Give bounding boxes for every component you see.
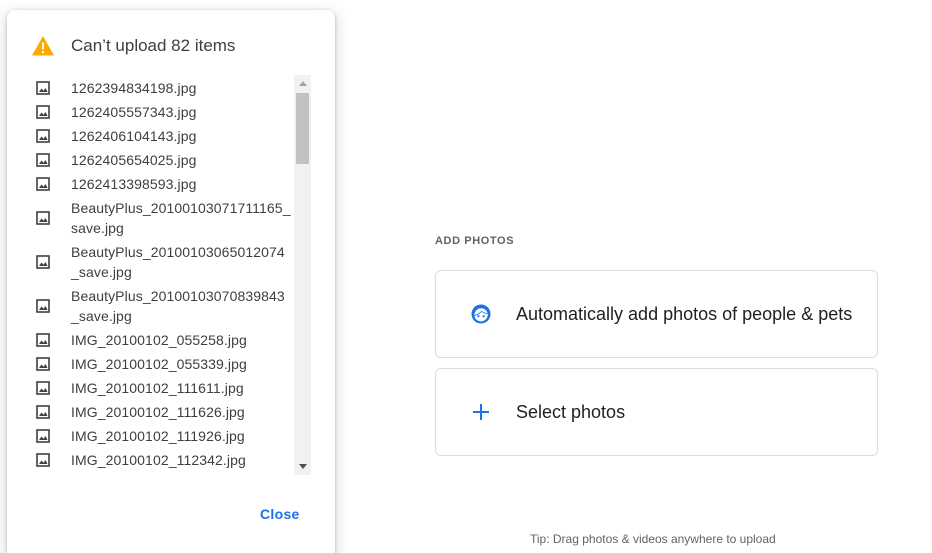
image-icon — [36, 211, 50, 225]
image-icon — [36, 429, 50, 443]
file-name: IMG_20100102_055258.jpg — [71, 332, 247, 348]
image-icon — [36, 453, 50, 467]
list-item: IMG_20100102_055258.jpg — [23, 328, 311, 352]
image-icon — [36, 405, 50, 419]
scroll-down-arrow-icon[interactable] — [294, 458, 311, 475]
list-item: BeautyPlus_20100103071711165_save.jpg — [23, 196, 311, 240]
image-icon — [36, 153, 50, 167]
scroll-up-arrow-icon[interactable] — [294, 75, 311, 92]
face-icon — [469, 302, 493, 326]
file-name: 1262405654025.jpg — [71, 152, 197, 168]
list-item: 1262394834198.jpg — [23, 76, 311, 100]
upload-error-dialog: Can’t upload 82 items 1262394834198.jpg … — [7, 10, 335, 553]
list-item: IMG_20100102_111926.jpg — [23, 424, 311, 448]
image-icon — [36, 381, 50, 395]
select-photos-button[interactable]: Select photos — [435, 368, 878, 456]
failed-file-list[interactable]: 1262394834198.jpg 1262405557343.jpg 1262… — [23, 76, 311, 474]
file-name: BeautyPlus_20100103070839843_save.jpg — [71, 288, 285, 324]
dialog-title: Can’t upload 82 items — [71, 36, 236, 55]
scroll-thumb[interactable] — [296, 93, 309, 164]
list-item: IMG_20100102_112342.jpg — [23, 448, 311, 472]
image-icon — [36, 299, 50, 313]
file-name: BeautyPlus_20100103065012074_save.jpg — [71, 244, 285, 280]
list-item: IMG_20100102_055339.jpg — [23, 352, 311, 376]
file-name: 1262413398593.jpg — [71, 176, 197, 192]
warning-icon — [31, 35, 55, 57]
upload-tip: Tip: Drag photos & videos anywhere to up… — [530, 532, 776, 546]
image-icon — [36, 105, 50, 119]
image-icon — [36, 129, 50, 143]
file-name: BeautyPlus_20100103071711165_save.jpg — [71, 200, 291, 236]
image-icon — [36, 357, 50, 371]
select-photos-label: Select photos — [516, 401, 626, 422]
file-name: IMG_20100102_111926.jpg — [71, 428, 245, 444]
plus-icon — [469, 400, 493, 424]
list-item: 1262405557343.jpg — [23, 100, 311, 124]
auto-add-label: Automatically add photos of people & pet… — [516, 303, 853, 324]
image-icon — [36, 255, 50, 269]
image-icon — [36, 333, 50, 347]
list-item: BeautyPlus_20100103065012074_save.jpg — [23, 240, 311, 284]
file-name: IMG_20100102_055339.jpg — [71, 356, 247, 372]
auto-add-people-pets-button[interactable]: Automatically add photos of people & pet… — [435, 270, 878, 358]
file-name: IMG_20100102_112342.jpg — [71, 452, 246, 468]
image-icon — [36, 177, 50, 191]
file-name: 1262406104143.jpg — [71, 128, 197, 144]
list-item: 1262405654025.jpg — [23, 148, 311, 172]
list-item: 1262406104143.jpg — [23, 124, 311, 148]
file-name: 1262394834198.jpg — [71, 80, 197, 96]
list-item: BeautyPlus_20100103070839843_save.jpg — [23, 284, 311, 328]
close-button[interactable]: Close — [248, 500, 312, 528]
image-icon — [36, 81, 50, 95]
list-item: IMG_20100102_111611.jpg — [23, 376, 311, 400]
file-name: 1262405557343.jpg — [71, 104, 197, 120]
file-name: IMG_20100102_111611.jpg — [71, 380, 244, 396]
album-page: avel ADD PHOTOS Automatically add photos… — [0, 0, 932, 553]
list-item: IMG_20100102_111626.jpg — [23, 400, 311, 424]
file-list-scrollbar[interactable] — [294, 75, 311, 475]
dialog-header: Can’t upload 82 items — [7, 10, 335, 82]
list-item: 1262413398593.jpg — [23, 172, 311, 196]
file-name: IMG_20100102_111626.jpg — [71, 404, 245, 420]
add-photos-heading: ADD PHOTOS — [435, 235, 515, 247]
